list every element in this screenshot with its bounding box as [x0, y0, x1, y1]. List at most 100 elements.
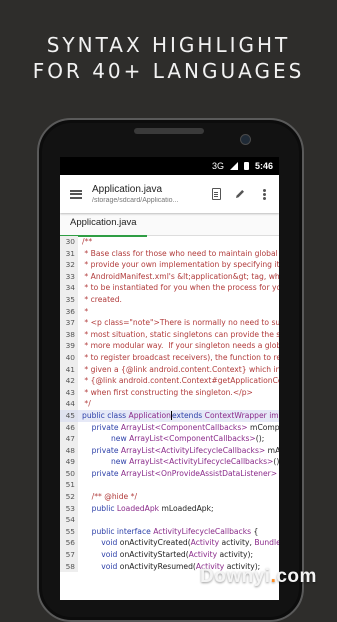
code-text: * most situation, static singletons can …: [78, 329, 279, 341]
code-line[interactable]: 31 * Base class for those who need to ma…: [60, 247, 279, 260]
code-text: * {@link android.content.Context#getAppl…: [78, 375, 279, 387]
code-line[interactable]: 53 public LoadedApk mLoadedApk;: [60, 502, 279, 515]
code-token: ();: [273, 457, 279, 467]
line-number: 50: [60, 467, 78, 480]
status-bar: 3G 5:46: [60, 157, 279, 175]
code-line[interactable]: 46 private ArrayList<ComponentCallbacks>…: [60, 421, 279, 434]
code-line[interactable]: 36 *: [60, 305, 279, 318]
promo-headline: SYNTAX HIGHLIGHT FOR 40+ LANGUAGES: [0, 32, 337, 84]
code-text: * Base class for those who need to maint…: [78, 248, 279, 260]
code-line[interactable]: 40 * to register broadcast receivers), t…: [60, 351, 279, 364]
code-text: private ArrayList<ActivityLifecycleCallb…: [78, 445, 279, 457]
code-line[interactable]: 45 public class Applicationextends Contex…: [60, 409, 279, 422]
file-title: Application.java: [92, 184, 163, 195]
line-number: 51: [60, 479, 78, 492]
status-time: 5:46: [254, 161, 273, 171]
code-line[interactable]: 42 * {@link android.content.Context#getA…: [60, 375, 279, 387]
code-editor[interactable]: 30/** 31 * Base class for those who need …: [60, 236, 279, 573]
code-text: public interface ActivityLifecycleCallba…: [78, 526, 259, 538]
code-token: public: [82, 503, 117, 513]
code-token: private: [82, 468, 121, 478]
line-number: 41: [60, 363, 78, 376]
code-line[interactable]: 56 void onActivityCreated(Activity activ…: [60, 537, 279, 550]
code-token: void: [82, 561, 120, 571]
code-text: public LoadedApk mLoadedApk;: [78, 503, 214, 515]
line-number: 32: [60, 259, 78, 271]
code-text: *: [78, 306, 88, 318]
line-number: 54: [60, 514, 78, 526]
line-number: 30: [60, 236, 78, 248]
code-token: ActivityLifecycleCallbacks: [153, 526, 252, 536]
code-line[interactable]: 32 * provide your own implementation by …: [60, 259, 279, 271]
code-line[interactable]: 35 * created.: [60, 293, 279, 306]
code-line[interactable]: 43 * when first constructing the singlet…: [60, 386, 279, 399]
code-token: private: [82, 445, 121, 455]
code-token: mAct: [267, 445, 279, 455]
line-number: 36: [60, 305, 78, 318]
headline-line-2: FOR 40+ LANGUAGES: [32, 59, 305, 83]
code-line[interactable]: 50 private ArrayList<OnProvideAssistData…: [60, 467, 279, 480]
signal-icon: [229, 162, 238, 170]
network-type: 3G: [211, 161, 224, 171]
code-token: Activity: [188, 550, 218, 560]
line-number: 44: [60, 398, 78, 410]
code-text: /** @hide */: [78, 491, 137, 503]
edit-button[interactable]: [231, 175, 249, 213]
code-text: * more modular way. If your singleton ne…: [78, 340, 279, 352]
code-line[interactable]: 30 /**: [60, 236, 279, 248]
line-number: 48: [60, 444, 78, 457]
document-icon: [211, 188, 221, 200]
code-text: new ArrayList<ActivityLifecycleCallbacks…: [78, 456, 279, 468]
line-number: 43: [60, 386, 78, 399]
line-number: 46: [60, 421, 78, 434]
phone-camera: [240, 134, 251, 145]
battery-icon: [243, 162, 249, 170]
code-line[interactable]: 33 * AndroidManifest.xml's &lt;applicati…: [60, 270, 279, 283]
code-token: ArrayList<ComponentCallbacks>: [120, 422, 248, 432]
menu-button[interactable]: [60, 175, 92, 213]
file-tabs: Application.java: [60, 213, 279, 237]
code-token: Application: [128, 410, 171, 420]
code-text: void onActivityStarted(Activity activity…: [78, 549, 253, 561]
document-button[interactable]: [207, 175, 225, 213]
overflow-menu-button[interactable]: [255, 175, 273, 213]
code-line[interactable]: 52 /** @hide */: [60, 491, 279, 503]
code-line[interactable]: 39 * more modular way. If your singleton…: [60, 340, 279, 352]
file-path: /storage/sdcard/Applicatio...: [92, 197, 179, 204]
code-line[interactable]: 55 public interface ActivityLifecycleCal…: [60, 525, 279, 538]
code-line[interactable]: 48 private ArrayList<ActivityLifecycleCa…: [60, 444, 279, 457]
code-text: */: [78, 398, 90, 410]
code-line[interactable]: 37 * <p class="note">There is normally n…: [60, 317, 279, 329]
code-text: private ArrayList<OnProvideAssistDataLis…: [78, 468, 279, 480]
code-token: Bundle: [254, 538, 279, 548]
code-token: *: [82, 306, 89, 316]
tab-application-java[interactable]: Application.java: [60, 213, 147, 237]
code-token: onActivityStarted(: [119, 550, 189, 560]
code-line[interactable]: 38 * most situation, static singletons c…: [60, 328, 279, 341]
line-number: 49: [60, 456, 78, 468]
code-line[interactable]: 54: [60, 514, 279, 526]
line-number: 33: [60, 270, 78, 283]
line-number: 40: [60, 351, 78, 364]
code-token: * more modular way. If your singleton ne…: [82, 341, 279, 351]
code-token: * to be instantiated for you when the pr…: [82, 283, 279, 293]
line-number: 45: [60, 409, 78, 422]
code-line[interactable]: 41 * given a {@link android.content.Cont…: [60, 363, 279, 376]
line-number: 56: [60, 537, 78, 550]
phone-speaker: [134, 128, 204, 134]
code-token: new: [82, 434, 130, 444]
line-number: 47: [60, 433, 78, 445]
code-line[interactable]: 57 void onActivityStarted(Activity activ…: [60, 549, 279, 561]
code-line[interactable]: 51: [60, 479, 279, 492]
line-number: 35: [60, 293, 78, 306]
code-token: public class: [82, 410, 129, 420]
code-token: /** @hide */: [82, 492, 137, 502]
code-line[interactable]: 44 */: [60, 398, 279, 410]
code-text: * to be instantiated for you when the pr…: [78, 282, 279, 294]
code-line[interactable]: 34 * to be instantiated for you when the…: [60, 282, 279, 294]
code-token: * provide your own implementation by spe…: [82, 260, 279, 270]
code-line[interactable]: 47 new ArrayList<ComponentCallbacks>();: [60, 433, 279, 445]
code-line[interactable]: 49 new ArrayList<ActivityLifecycleCallba…: [60, 456, 279, 468]
